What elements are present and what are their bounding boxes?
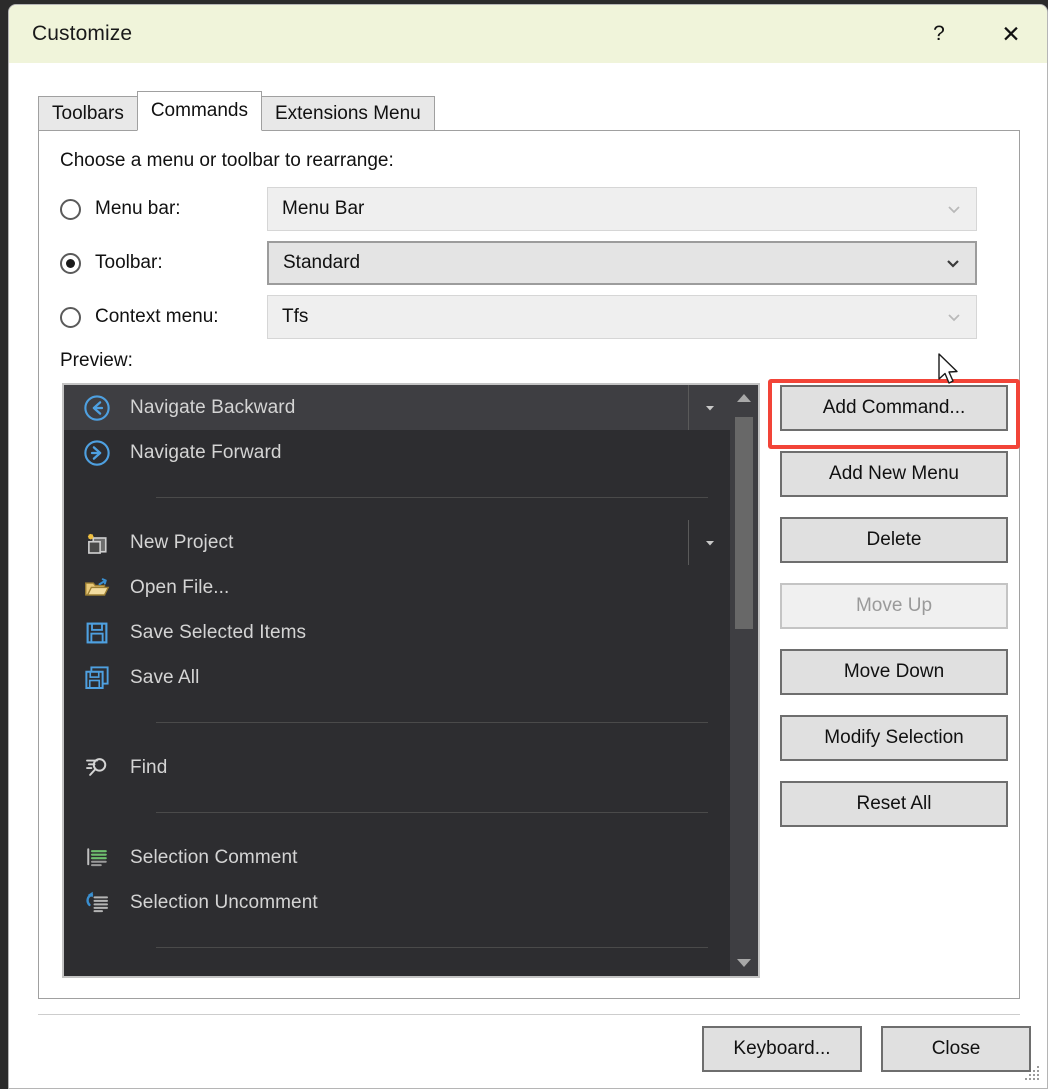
list-item-label: New Project bbox=[130, 531, 234, 553]
commands-panel: Choose a menu or toolbar to rearrange: M… bbox=[38, 130, 1020, 999]
tab-strip: Toolbars Commands Extensions Menu bbox=[38, 91, 435, 131]
radio-label-toolbar: Toolbar: bbox=[95, 252, 163, 273]
radio-row-menu-bar[interactable]: Menu bar: bbox=[60, 187, 181, 231]
delete-button[interactable]: Delete bbox=[780, 517, 1008, 563]
move-up-button[interactable]: Move Up bbox=[780, 583, 1008, 629]
list-item[interactable]: Save Selected Items bbox=[64, 610, 730, 655]
tab-commands[interactable]: Commands bbox=[136, 91, 262, 131]
list-item-label: Save Selected Items bbox=[130, 621, 307, 643]
dropdown-value-toolbar: Standard bbox=[283, 252, 361, 273]
reset-all-button[interactable]: Reset All bbox=[780, 781, 1008, 827]
question-mark-icon: ? bbox=[933, 22, 945, 45]
dropdown-value-context-menu: Tfs bbox=[282, 306, 309, 327]
radio-row-toolbar[interactable]: Toolbar: bbox=[60, 241, 163, 285]
radio-context-menu[interactable] bbox=[60, 306, 81, 328]
help-button[interactable]: ? bbox=[903, 5, 975, 63]
preview-list-items: Navigate Backward Navigate Forward New P… bbox=[64, 385, 730, 976]
new-project-icon bbox=[64, 528, 130, 558]
split-dropdown-button[interactable] bbox=[688, 385, 730, 430]
list-item[interactable]: Selection Uncomment bbox=[64, 880, 730, 925]
open-file-icon bbox=[64, 573, 130, 603]
add-command-button[interactable]: Add Command... bbox=[780, 385, 1008, 431]
list-item[interactable]: Selection Comment bbox=[64, 835, 730, 880]
preview-label: Preview: bbox=[60, 350, 133, 371]
dropdown-menu-bar[interactable]: Menu Bar bbox=[267, 187, 977, 231]
scrollbar-thumb[interactable] bbox=[735, 417, 753, 629]
scroll-up-button[interactable] bbox=[730, 385, 758, 411]
title-bar: Customize ? ✕ bbox=[9, 5, 1047, 63]
list-separator bbox=[156, 497, 708, 498]
navigate-forward-icon bbox=[64, 438, 130, 468]
close-button[interactable]: Close bbox=[881, 1026, 1031, 1072]
chevron-down-icon bbox=[945, 255, 961, 271]
close-window-button[interactable]: ✕ bbox=[975, 5, 1047, 63]
list-item[interactable]: New Project bbox=[64, 520, 730, 565]
resize-grip[interactable] bbox=[1023, 1064, 1041, 1082]
instruction-label: Choose a menu or toolbar to rearrange: bbox=[60, 150, 394, 171]
save-icon bbox=[64, 618, 130, 648]
comment-icon bbox=[64, 843, 130, 873]
keyboard-button[interactable]: Keyboard... bbox=[702, 1026, 862, 1072]
radio-menu-bar[interactable] bbox=[60, 198, 81, 220]
list-item[interactable]: Navigate Forward bbox=[64, 430, 730, 475]
preview-list-scrollbar[interactable] bbox=[730, 385, 758, 976]
list-separator bbox=[156, 812, 708, 813]
list-item-label: Open File... bbox=[130, 576, 230, 598]
add-new-menu-button[interactable]: Add New Menu bbox=[780, 451, 1008, 497]
radio-toolbar[interactable] bbox=[60, 252, 81, 274]
list-item-label: Find bbox=[130, 756, 168, 778]
title-bar-buttons: ? ✕ bbox=[903, 5, 1047, 63]
chevron-down-icon bbox=[946, 201, 962, 217]
dropdown-value-menu-bar: Menu Bar bbox=[282, 198, 365, 219]
save-all-icon bbox=[64, 663, 130, 693]
dropdown-context-menu[interactable]: Tfs bbox=[267, 295, 977, 339]
tab-extensions-menu[interactable]: Extensions Menu bbox=[260, 96, 435, 131]
uncomment-icon bbox=[64, 888, 130, 918]
list-item-label: Save All bbox=[130, 666, 200, 688]
list-item[interactable]: Navigate Backward bbox=[64, 385, 730, 430]
preview-list: Navigate Backward Navigate Forward New P… bbox=[62, 383, 760, 978]
move-down-button[interactable]: Move Down bbox=[780, 649, 1008, 695]
customize-dialog: Customize ? ✕ Toolbars Commands Extensio… bbox=[8, 4, 1048, 1089]
dropdown-toolbar[interactable]: Standard bbox=[267, 241, 977, 285]
close-icon: ✕ bbox=[1001, 20, 1021, 47]
radio-label-menu-bar: Menu bar: bbox=[95, 198, 181, 219]
list-item[interactable]: Find bbox=[64, 745, 730, 790]
list-separator bbox=[156, 722, 708, 723]
find-icon bbox=[64, 753, 130, 783]
modify-selection-button[interactable]: Modify Selection bbox=[780, 715, 1008, 761]
split-dropdown-button[interactable] bbox=[688, 520, 730, 565]
window-title: Customize bbox=[32, 22, 133, 45]
list-separator bbox=[156, 947, 708, 948]
list-item[interactable]: Open File... bbox=[64, 565, 730, 610]
scroll-down-button[interactable] bbox=[730, 950, 758, 976]
radio-label-context-menu: Context menu: bbox=[95, 306, 219, 327]
list-item-label: Navigate Forward bbox=[130, 441, 282, 463]
list-item-label: Navigate Backward bbox=[130, 396, 296, 418]
radio-row-context-menu[interactable]: Context menu: bbox=[60, 295, 219, 339]
chevron-down-icon bbox=[946, 309, 962, 325]
navigate-backward-icon bbox=[64, 393, 130, 423]
list-item[interactable]: Save All bbox=[64, 655, 730, 700]
footer-divider bbox=[38, 1014, 1020, 1015]
tab-toolbars[interactable]: Toolbars bbox=[38, 96, 138, 131]
list-item-label: Selection Comment bbox=[130, 846, 298, 868]
list-item-label: Selection Uncomment bbox=[130, 891, 318, 913]
